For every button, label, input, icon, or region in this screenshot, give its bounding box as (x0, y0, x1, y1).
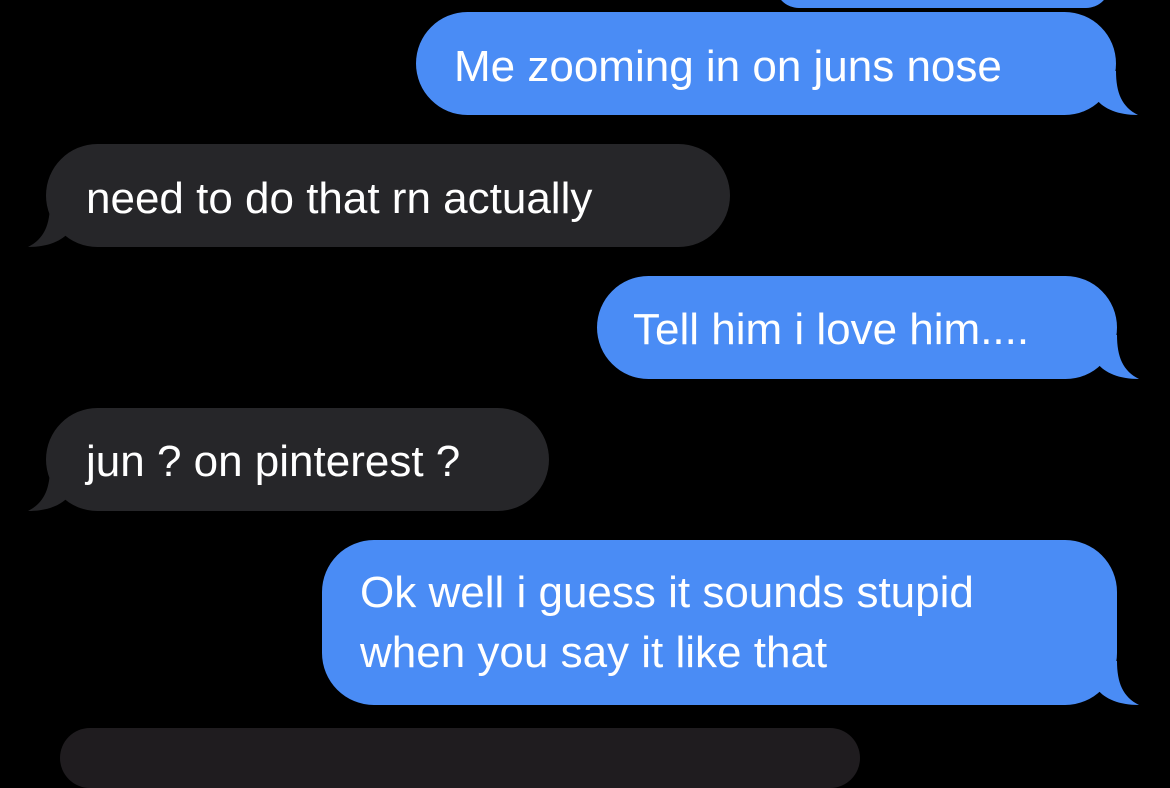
bubble-tail-icon (1096, 71, 1138, 115)
message-bubble-received[interactable]: need to do that rn actually (28, 144, 730, 247)
message-text-line: when you say it like that (360, 628, 828, 677)
bubble-tail-icon (28, 467, 70, 511)
message-bubble-sent[interactable]: Me zooming in on juns nose (416, 12, 1138, 115)
bubble-tail-icon (1097, 661, 1139, 705)
bubble-tail-icon (28, 203, 70, 247)
message-bubble-received[interactable]: jun ? on pinterest ? (28, 408, 549, 511)
message-text: jun ? on pinterest ? (86, 437, 461, 486)
message-text: need to do that rn actually (86, 174, 593, 223)
message-bubble-sent[interactable]: Ok well i guess it sounds stupid when yo… (322, 540, 1139, 705)
message-bubble-sent-partial[interactable] (775, 0, 1110, 8)
message-text: Tell him i love him.... (633, 305, 1030, 354)
message-bubble-received-partial[interactable] (60, 728, 860, 788)
message-text-line: Ok well i guess it sounds stupid (360, 568, 974, 617)
message-text: Me zooming in on juns nose (454, 42, 1002, 91)
message-bubble-sent[interactable]: Tell him i love him.... (597, 276, 1139, 379)
bubble-tail-icon (1097, 335, 1139, 379)
